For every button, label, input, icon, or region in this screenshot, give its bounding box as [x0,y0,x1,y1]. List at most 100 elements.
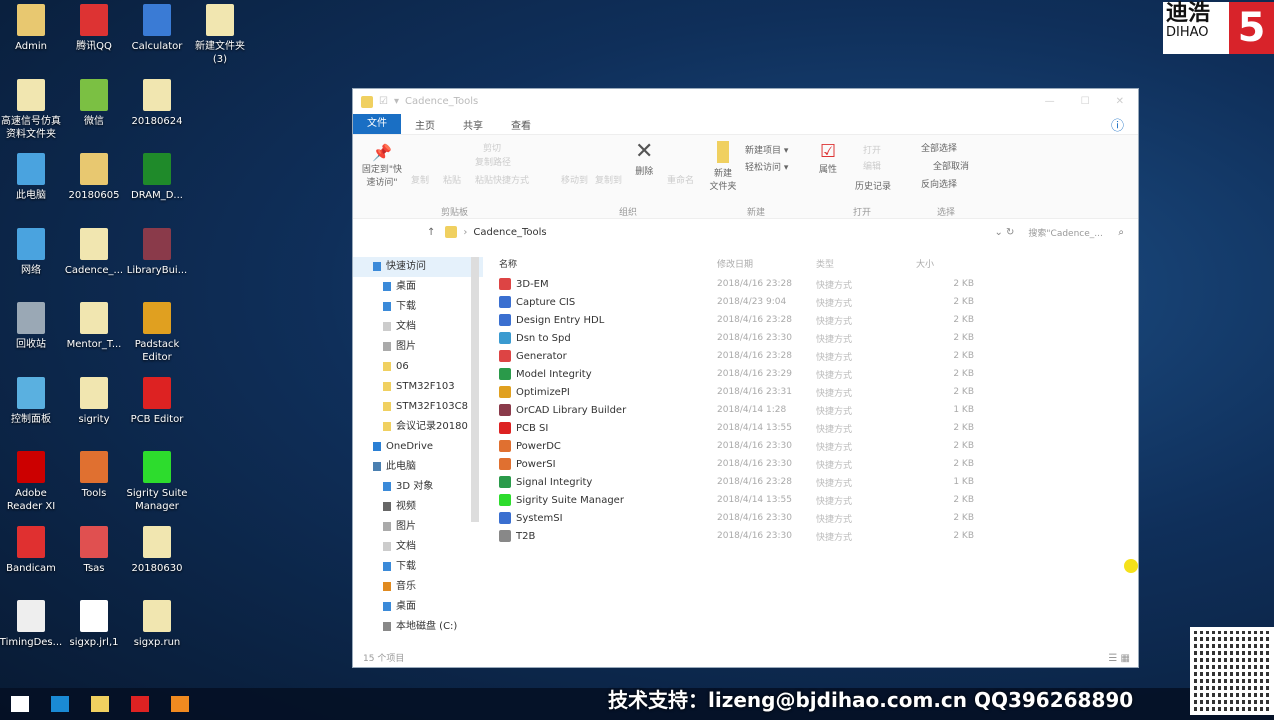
edit-button[interactable]: 编辑 [863,159,881,172]
desktop-icon[interactable]: 腾讯QQ [60,4,128,53]
file-row[interactable]: Dsn to Spd 2018/4/16 23:30 快捷方式 2 KB [499,329,1139,347]
file-row[interactable]: PowerSI 2018/4/16 23:30 快捷方式 2 KB [499,455,1139,473]
cut-button[interactable]: 剪切 [483,141,501,154]
tab-home[interactable]: 主页 [401,117,449,132]
file-row[interactable]: OrCAD Library Builder 2018/4/14 1:28 快捷方式 1… [499,401,1139,419]
nav-item[interactable]: 快速访问 [353,257,483,277]
desktop-icon[interactable]: DRAM_D... [123,153,191,202]
tab-view[interactable]: 查看 [497,117,545,132]
taskbar-pcb-editor-button[interactable] [120,688,160,720]
desktop-icon[interactable]: 回收站 [0,302,65,351]
file-row[interactable]: Capture CIS 2018/4/23 9:04 快捷方式 2 KB [499,293,1139,311]
nav-item[interactable]: 视频 [353,497,483,517]
nav-item[interactable]: 文档 [353,537,483,557]
taskbar-file-explorer-button[interactable] [80,688,120,720]
file-row[interactable]: T2B 2018/4/16 23:30 快捷方式 2 KB [499,527,1139,545]
address-path[interactable]: Cadence_Tools [473,227,546,238]
new-item-button[interactable]: 新建项目 ▾ [745,143,788,156]
history-button[interactable]: 历史记录 [855,179,891,192]
desktop-icon[interactable]: 20180624 [123,78,191,128]
file-row[interactable]: Design Entry HDL 2018/4/16 23:28 快捷方式 2 KB [499,311,1139,329]
properties-button[interactable]: 属性 [819,165,837,175]
file-row[interactable]: Model Integrity 2018/4/16 23:29 快捷方式 2 KB [499,365,1139,383]
nav-item[interactable]: 图片 [353,517,483,537]
file-row[interactable]: PowerDC 2018/4/16 23:30 快捷方式 2 KB [499,437,1139,455]
nav-item[interactable]: 下载 [353,297,483,317]
desktop-icon[interactable]: Cadence_... [60,227,128,277]
tab-share[interactable]: 共享 [449,117,497,132]
nav-item[interactable]: 图片 [353,337,483,357]
qat-properties-icon[interactable]: ☑ [379,96,388,107]
copy-button[interactable]: 复制 [411,173,429,186]
nav-item[interactable]: 本地磁盘 (C:) [353,617,483,637]
nav-item[interactable]: 会议记录20180 [353,417,483,437]
desktop-icon[interactable]: Mentor_T... [60,302,128,351]
copy-to-button[interactable]: 复制到 [595,173,622,186]
desktop-icon[interactable]: 20180630 [123,525,191,575]
move-to-button[interactable]: 移动到 [561,173,588,186]
paste-shortcut-button[interactable]: 粘贴快捷方式 [475,173,529,186]
taskbar-start-button[interactable] [0,688,40,720]
nav-item[interactable]: 此电脑 [353,457,483,477]
desktop-icon[interactable]: TimingDes... [0,600,65,649]
desktop-icon[interactable]: PCB Editor [123,376,191,426]
nav-item[interactable]: 06 [353,357,483,377]
desktop-icon[interactable]: 高速信号仿真 资料文件夹 [0,78,65,141]
paste-button[interactable]: 粘贴 [443,173,461,186]
nav-item[interactable]: 桌面 [353,277,483,297]
desktop-icon[interactable]: Tsas [60,525,128,575]
desktop-icon[interactable]: Bandicam [0,525,65,575]
nav-item[interactable]: STM32F103 [353,377,483,397]
desktop-icon[interactable]: Padstack Editor [123,302,191,364]
file-row[interactable]: PCB SI 2018/4/14 13:55 快捷方式 2 KB [499,419,1139,437]
desktop-icon[interactable]: sigxp.jrl,1 [60,600,128,649]
qat-dropdown-icon[interactable]: ▾ [394,96,399,107]
desktop-icon[interactable]: 20180605 [60,153,128,202]
file-row[interactable]: Generator 2018/4/16 23:28 快捷方式 2 KB [499,347,1139,365]
desktop-icon[interactable]: LibraryBui... [123,227,191,277]
desktop-icon[interactable]: 新建文件夹 (3) [186,4,254,66]
minimize-button[interactable]: — [1045,96,1055,107]
desktop-icon[interactable]: Tools [60,451,128,500]
file-row[interactable]: Signal Integrity 2018/4/16 23:28 快捷方式 1 KB [499,473,1139,491]
select-none-button[interactable]: 全部取消 [933,159,969,172]
help-icon[interactable]: ⓘ [1097,115,1138,134]
desktop-icon[interactable]: Adobe Reader XI [0,451,65,513]
maximize-button[interactable]: ☐ [1081,96,1090,107]
desktop-icon[interactable]: Sigrity Suite Manager [123,451,191,513]
pin-quick-access-button[interactable]: 📌 固定到"快速访问" [359,143,405,188]
nav-item[interactable]: 3D 对象 [353,477,483,497]
desktop-icon[interactable]: Admin [0,4,65,53]
nav-item[interactable]: 桌面 [353,597,483,617]
nav-item[interactable]: OneDrive [353,437,483,457]
easy-access-button[interactable]: 轻松访问 ▾ [745,160,788,173]
tab-file[interactable]: 文件 [353,114,401,134]
copy-path-button[interactable]: 复制路径 [475,155,511,168]
file-row[interactable]: OptimizePI 2018/4/16 23:31 快捷方式 2 KB [499,383,1139,401]
desktop-icon[interactable]: 微信 [60,78,128,128]
column-date[interactable]: 修改日期 [717,257,816,270]
large-icons-view-icon[interactable]: ▦ [1121,653,1130,664]
taskbar-app-button[interactable] [160,688,200,720]
desktop-icon[interactable]: sigxp.run [123,600,191,649]
file-row[interactable]: SystemSI 2018/4/16 23:30 快捷方式 2 KB [499,509,1139,527]
nav-item[interactable]: 文档 [353,317,483,337]
select-all-button[interactable]: 全部选择 [921,141,957,154]
invert-selection-button[interactable]: 反向选择 [921,177,957,190]
close-button[interactable]: ✕ [1116,96,1124,107]
open-button[interactable]: 打开 [863,143,881,156]
desktop-icon[interactable]: Calculator [123,4,191,53]
taskbar-edge-button[interactable] [40,688,80,720]
desktop-icon[interactable]: 此电脑 [0,153,65,202]
file-row[interactable]: 3D-EM 2018/4/16 23:28 快捷方式 2 KB [499,275,1139,293]
nav-item[interactable]: 音乐 [353,577,483,597]
desktop-icon[interactable]: sigrity [60,376,128,426]
desktop-icon[interactable]: 网络 [0,227,65,277]
refresh-icon[interactable]: ⌄ ↻ [994,227,1014,238]
desktop-icon[interactable]: 控制面板 [0,376,65,426]
new-folder-button[interactable]: 新建 文件夹 [709,169,736,192]
nav-item[interactable]: 下载 [353,557,483,577]
file-row[interactable]: Sigrity Suite Manager 2018/4/14 13:55 快捷方式… [499,491,1139,509]
rename-button[interactable]: 重命名 [667,173,694,186]
column-name[interactable]: 名称 [499,257,717,270]
